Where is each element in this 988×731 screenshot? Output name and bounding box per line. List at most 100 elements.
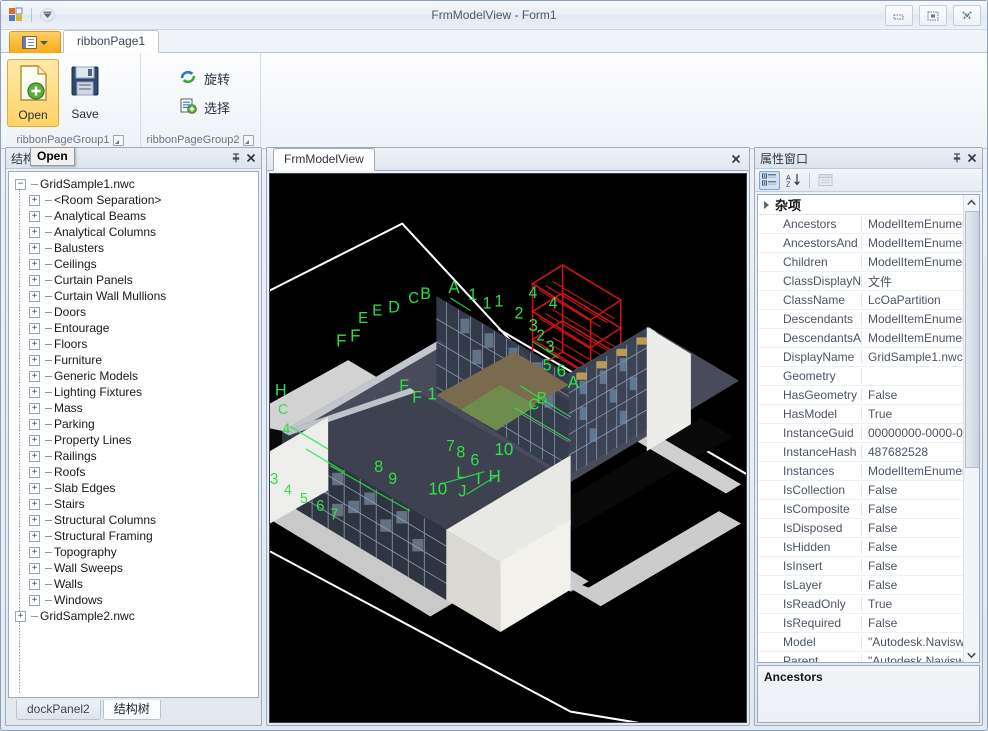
rotate-button[interactable]: 旋转	[171, 64, 260, 93]
expand-plus-icon[interactable]: +	[29, 578, 40, 590]
expand-plus-icon[interactable]: +	[29, 594, 40, 606]
tree-item[interactable]: + Entourage	[13, 320, 256, 336]
alphabetical-sort-button[interactable]: A Z	[783, 171, 804, 190]
property-value[interactable]: LcOaPartition	[862, 293, 979, 307]
tree-item[interactable]: + Analytical Beams	[13, 208, 256, 224]
property-row[interactable]: DescendantsA ModelItemEnumer	[758, 329, 979, 348]
expand-plus-icon[interactable]: +	[29, 306, 40, 318]
property-row[interactable]: IsCollection False	[758, 481, 979, 500]
property-value[interactable]: 00000000-0000-0	[862, 426, 979, 440]
tree-item[interactable]: + Roofs	[13, 464, 256, 480]
property-row[interactable]: Instances ModelItemEnumer	[758, 462, 979, 481]
expand-plus-icon[interactable]: +	[29, 482, 40, 494]
tree-item[interactable]: + Property Lines	[13, 432, 256, 448]
property-row[interactable]: AncestorsAnd ModelItemEnumer	[758, 234, 979, 253]
categorized-view-button[interactable]	[759, 170, 780, 190]
expand-plus-icon[interactable]: +	[29, 450, 40, 462]
expand-plus-icon[interactable]: +	[15, 610, 26, 622]
tree-item[interactable]: + Doors	[13, 304, 256, 320]
property-value[interactable]: ModelItemEnumer	[862, 217, 979, 231]
ribbon-tab-ribbonpage1[interactable]: ribbonPage1	[63, 30, 160, 53]
tree-item[interactable]: + Railings	[13, 448, 256, 464]
tree-item[interactable]: + Curtain Panels	[13, 272, 256, 288]
expand-plus-icon[interactable]: +	[29, 210, 40, 222]
property-value[interactable]: ModelItemEnumer	[862, 464, 979, 478]
property-row[interactable]: Ancestors ModelItemEnumer	[758, 215, 979, 234]
property-row[interactable]: IsHidden False	[758, 538, 979, 557]
property-value[interactable]: ModelItemEnumer	[862, 331, 979, 345]
scroll-down-icon[interactable]	[964, 647, 979, 662]
expand-plus-icon[interactable]: +	[29, 546, 40, 558]
expand-plus-icon[interactable]: +	[29, 274, 40, 286]
document-tab-frmmodelview[interactable]: FrmModelView	[273, 148, 375, 171]
expand-plus-icon[interactable]: +	[29, 242, 40, 254]
property-value[interactable]: ModelItemEnumer	[862, 255, 979, 269]
restore-button[interactable]	[919, 5, 947, 26]
property-row[interactable]: HasModel True	[758, 405, 979, 424]
tree-item[interactable]: + Structural Columns	[13, 512, 256, 528]
close-panel-icon[interactable]	[243, 151, 258, 166]
tab-structure-tree[interactable]: 结构树	[102, 700, 161, 720]
tree-item[interactable]: + Ceilings	[13, 256, 256, 272]
tree-item[interactable]: + Balusters	[13, 240, 256, 256]
property-row[interactable]: InstanceGuid 00000000-0000-0	[758, 424, 979, 443]
tree-item[interactable]: + Generic Models	[13, 368, 256, 384]
tree-item[interactable]: + Mass	[13, 400, 256, 416]
minimize-button[interactable]	[885, 5, 913, 26]
application-menu-button[interactable]	[9, 31, 61, 53]
expand-plus-icon[interactable]: +	[29, 498, 40, 510]
tree-item[interactable]: + Floors	[13, 336, 256, 352]
property-value[interactable]: ModelItemEnumer	[862, 236, 979, 250]
dialog-launcher-icon[interactable]	[113, 134, 125, 146]
property-row[interactable]: Parent "Autodesk.Navisw	[758, 652, 979, 662]
property-row[interactable]: IsInsert False	[758, 557, 979, 576]
tree-item[interactable]: + Stairs	[13, 496, 256, 512]
property-row[interactable]: IsRequired False	[758, 614, 979, 633]
tab-dockpanel2[interactable]: dockPanel2	[16, 700, 101, 720]
property-row[interactable]: Descendants ModelItemEnumer	[758, 310, 979, 329]
expand-plus-icon[interactable]: +	[29, 434, 40, 446]
property-row[interactable]: IsReadOnly True	[758, 595, 979, 614]
tree-item[interactable]: + Topography	[13, 544, 256, 560]
tree-item[interactable]: + Walls	[13, 576, 256, 592]
property-row[interactable]: IsLayer False	[758, 576, 979, 595]
scrollbar-thumb[interactable]	[965, 211, 979, 468]
property-value[interactable]: False	[862, 388, 979, 402]
expand-plus-icon[interactable]: +	[29, 562, 40, 574]
tree-item[interactable]: + <Room Separation>	[13, 192, 256, 208]
expand-plus-icon[interactable]: +	[29, 370, 40, 382]
expand-plus-icon[interactable]: +	[29, 466, 40, 478]
property-value[interactable]: 487682528	[862, 445, 979, 459]
property-value[interactable]: "Autodesk.Navisw	[862, 654, 979, 662]
property-value[interactable]: True	[862, 407, 979, 421]
expand-plus-icon[interactable]: +	[29, 322, 40, 334]
expand-plus-icon[interactable]: +	[29, 226, 40, 238]
scroll-up-icon[interactable]	[964, 195, 979, 210]
property-value[interactable]: ModelItemEnumer	[862, 312, 979, 326]
property-category-row[interactable]: 杂项	[758, 195, 979, 215]
close-button[interactable]	[953, 5, 981, 26]
property-value[interactable]: False	[862, 521, 979, 535]
property-value[interactable]: GridSample1.nwc	[862, 350, 979, 364]
property-row[interactable]: DisplayName GridSample1.nwc	[758, 348, 979, 367]
expand-plus-icon[interactable]: +	[29, 290, 40, 302]
grid-logo-icon[interactable]	[8, 7, 24, 23]
tree-item[interactable]: + Wall Sweeps	[13, 560, 256, 576]
tree-item[interactable]: + Furniture	[13, 352, 256, 368]
property-row[interactable]: ClassDisplayNa 文件	[758, 272, 979, 291]
3d-viewport[interactable]: F F E E D C B A F F 1 1 1 1 2 3 2 3 5 6 …	[269, 173, 747, 723]
property-value[interactable]: "Autodesk.Navisw	[862, 635, 979, 649]
tree-item[interactable]: + Slab Edges	[13, 480, 256, 496]
property-pages-button[interactable]	[815, 171, 836, 190]
property-row[interactable]: IsComposite False	[758, 500, 979, 519]
tree-item[interactable]: + Lighting Fixtures	[13, 384, 256, 400]
select-button[interactable]: 选择	[171, 93, 260, 122]
dialog-launcher-icon-2[interactable]	[243, 134, 255, 146]
expand-plus-icon[interactable]: +	[29, 402, 40, 414]
tree-item[interactable]: − GridSample1.nwc	[13, 176, 256, 192]
property-value[interactable]: True	[862, 597, 979, 611]
property-value[interactable]: False	[862, 578, 979, 592]
expand-plus-icon[interactable]: +	[29, 354, 40, 366]
tree-item[interactable]: + Analytical Columns	[13, 224, 256, 240]
property-row[interactable]: Model "Autodesk.Navisw	[758, 633, 979, 652]
